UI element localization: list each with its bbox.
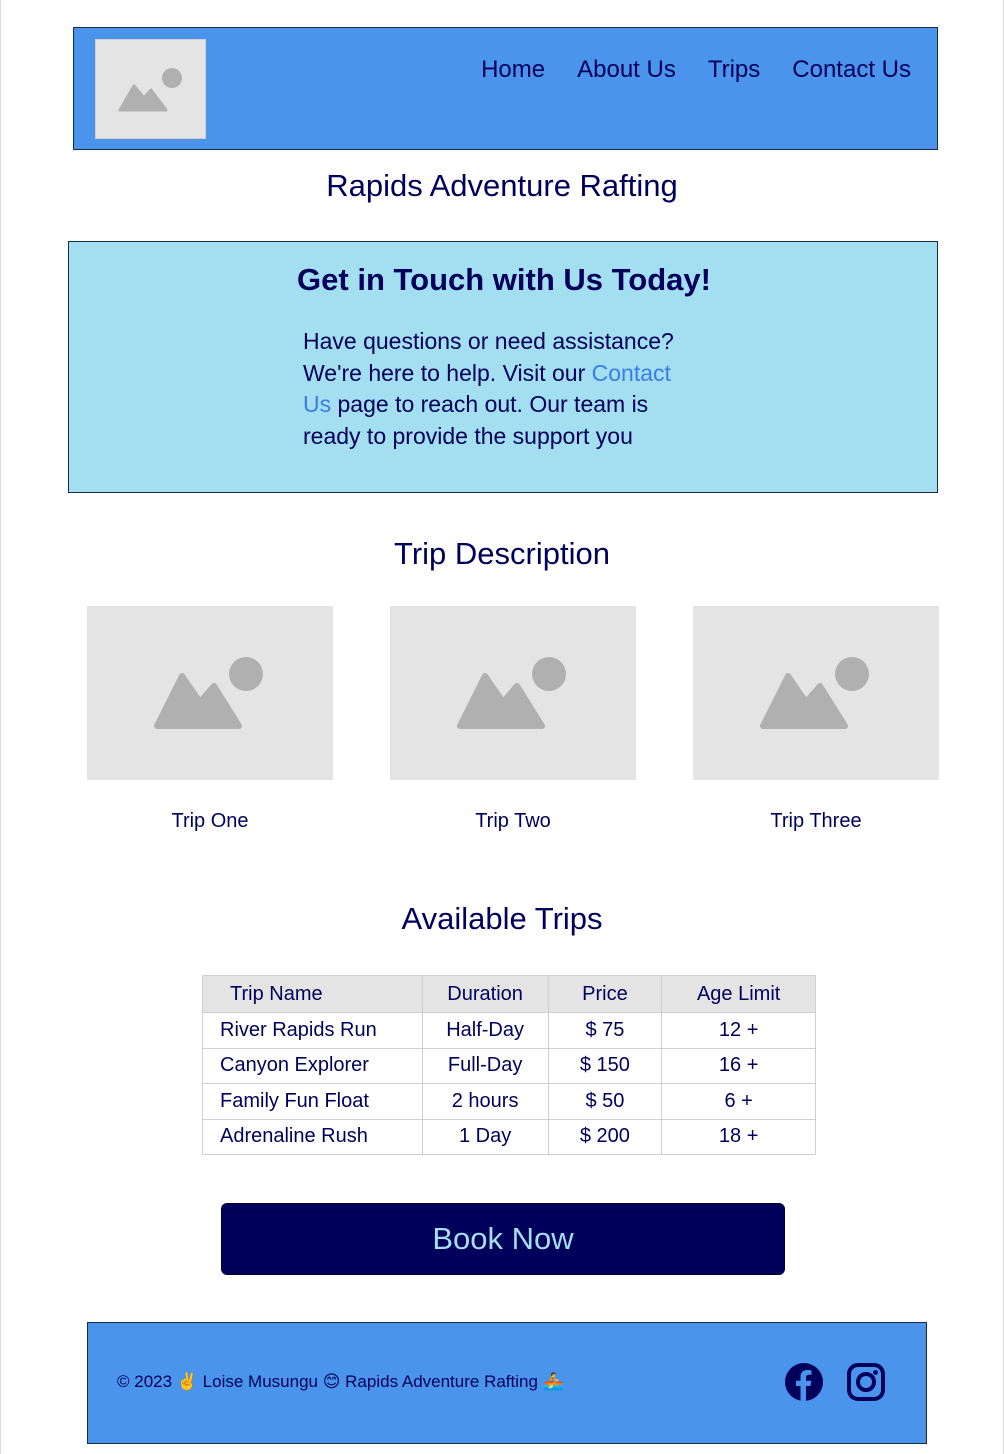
contact-text: Have questions or need assistance? We're… (303, 326, 703, 452)
trip-label: Trip Two (475, 810, 551, 832)
trip-image (390, 606, 636, 780)
image-placeholder-icon (760, 657, 869, 729)
table-cell: Full-Day (421, 1047, 549, 1084)
nav-trips[interactable]: Trips (708, 55, 760, 85)
table-header-row: Trip Name Duration Price Age Limit (202, 975, 816, 1013)
social-links (784, 1362, 886, 1402)
table-cell: 2 hours (421, 1083, 549, 1120)
table-cell: 16 + (661, 1047, 816, 1084)
table-cell: River Rapids Run (202, 1012, 423, 1049)
table-cell: 12 + (661, 1012, 816, 1049)
column-header: Age Limit (661, 975, 816, 1013)
trip-card: Trip Three (693, 606, 939, 833)
table-row: Adrenaline Rush 1 Day $ 200 18 + (202, 1118, 816, 1155)
table-cell: $ 150 (547, 1047, 663, 1084)
trip-label: Trip Three (770, 810, 862, 832)
contact-text-after: page to reach out. Our team is ready to … (303, 391, 649, 449)
trip-image (87, 606, 333, 780)
contact-section: Get in Touch with Us Today! Have questio… (68, 241, 938, 493)
trip-description-title: Trip Description (394, 536, 610, 571)
trips-table: Trip Name Duration Price Age Limit River… (202, 975, 816, 1155)
trip-card: Trip Two (390, 606, 636, 833)
facebook-icon[interactable] (784, 1362, 824, 1402)
trip-image (693, 606, 939, 780)
table-cell: 1 Day (421, 1118, 549, 1155)
table-cell: $ 75 (547, 1012, 663, 1049)
site-header: Home About Us Trips Contact Us (73, 27, 938, 150)
table-cell: Family Fun Float (202, 1083, 423, 1120)
table-cell: 18 + (661, 1118, 816, 1155)
trip-card: Trip One (87, 606, 333, 833)
column-header: Duration (421, 975, 549, 1013)
site-footer: © 2023 ✌️ Loise Musungu 😊 Rapids Adventu… (87, 1322, 927, 1444)
nav-home[interactable]: Home (481, 55, 545, 85)
image-placeholder-icon (154, 657, 263, 729)
table-cell: Canyon Explorer (202, 1047, 423, 1084)
contact-heading: Get in Touch with Us Today! (297, 262, 711, 297)
table-row: Family Fun Float 2 hours $ 50 6 + (202, 1083, 816, 1120)
table-row: River Rapids Run Half-Day $ 75 12 + (202, 1012, 816, 1049)
available-trips-title: Available Trips (401, 901, 603, 936)
main-nav: Home About Us Trips Contact Us (481, 55, 911, 85)
image-placeholder-icon (118, 68, 182, 112)
trip-label: Trip One (171, 810, 249, 832)
book-now-button[interactable]: Book Now (221, 1203, 785, 1275)
table-cell: $ 50 (547, 1083, 663, 1120)
table-row: Canyon Explorer Full-Day $ 150 16 + (202, 1047, 816, 1084)
nav-contact-us[interactable]: Contact Us (792, 55, 911, 85)
column-header: Trip Name (202, 975, 423, 1013)
footer-copyright: © 2023 ✌️ Loise Musungu 😊 Rapids Adventu… (117, 1372, 564, 1391)
logo-image[interactable] (95, 39, 206, 139)
table-cell: Half-Day (421, 1012, 549, 1049)
instagram-icon[interactable] (846, 1362, 886, 1402)
nav-about-us[interactable]: About Us (577, 55, 676, 85)
column-header: Price (547, 975, 663, 1013)
table-cell: 6 + (661, 1083, 816, 1120)
table-cell: $ 200 (547, 1118, 663, 1155)
table-cell: Adrenaline Rush (202, 1118, 423, 1155)
site-title: Rapids Adventure Rafting (326, 168, 678, 203)
image-placeholder-icon (457, 657, 566, 729)
